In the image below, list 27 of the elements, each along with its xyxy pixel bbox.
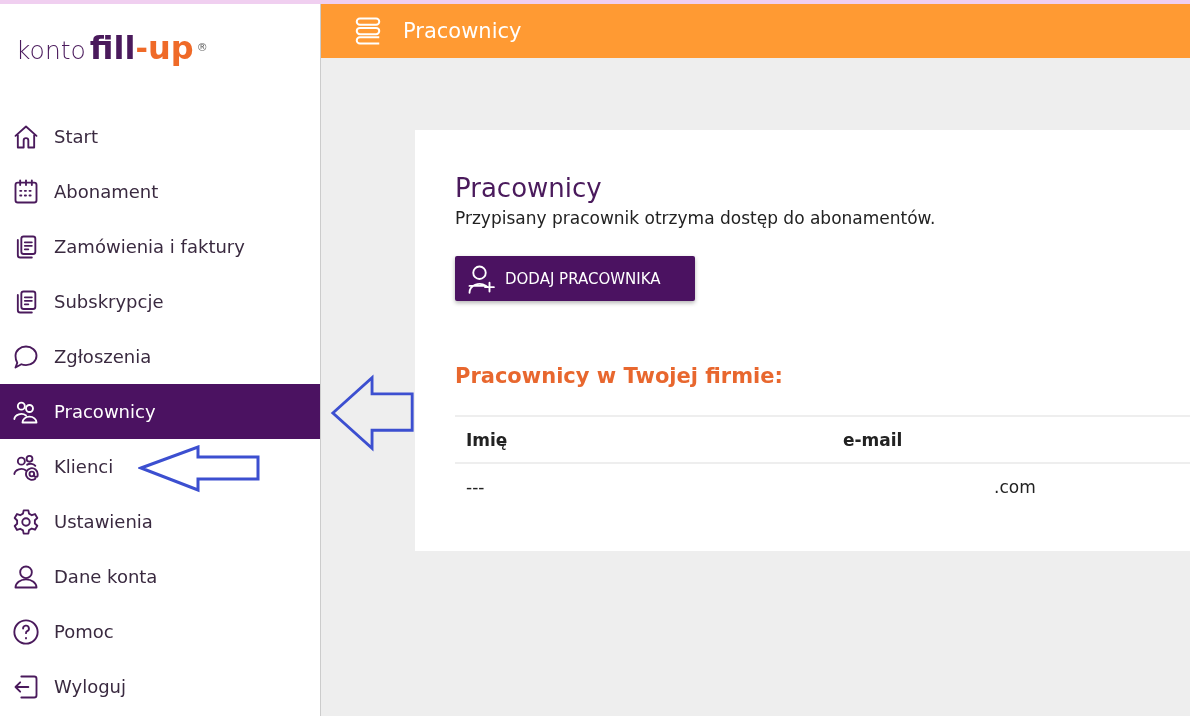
add-employee-button[interactable]: DODAJ PRACOWNIKA [455,256,695,301]
help-icon [12,617,40,646]
add-person-icon [467,263,497,294]
people-at-icon [12,452,40,481]
sidebar-item[interactable]: Wyloguj [0,659,320,714]
menu-icon[interactable] [353,16,383,46]
column-header: Imię [465,429,509,450]
page-title: Pracownicy [403,19,522,43]
table-cell-text: .com [993,476,1036,497]
sidebar-item[interactable]: Abonament [0,164,320,219]
calendar-icon [12,177,40,206]
sidebar-item[interactable]: Subskrypcje [0,274,320,329]
table-cell-text: --- [465,476,486,497]
settings-icon [12,507,40,536]
section-title: Pracownicy w Twojej firmie: [455,363,784,390]
logo: konto fill-up$^{®}$ [16,28,208,69]
sidebar-item[interactable]: Start [0,109,320,164]
sidebar-item[interactable]: Klienci [0,439,320,494]
sidebar-item[interactable]: Pracownicy [0,384,320,439]
description: Przypisany pracownik otrzyma dostęp do abonamentów. [455,207,937,230]
sidebar-item[interactable]: Dane konta [0,549,320,604]
sidebar-item[interactable]: Pomoc [0,604,320,659]
sidebar-item[interactable]: Zamówienia i faktury [0,219,320,274]
card-title: Pracownicy [455,172,603,205]
sidebar-item[interactable]: Zgłoszenia [0,329,320,384]
column-header: e-mail [842,429,903,450]
sidebar-item[interactable]: Ustawienia [0,494,320,549]
